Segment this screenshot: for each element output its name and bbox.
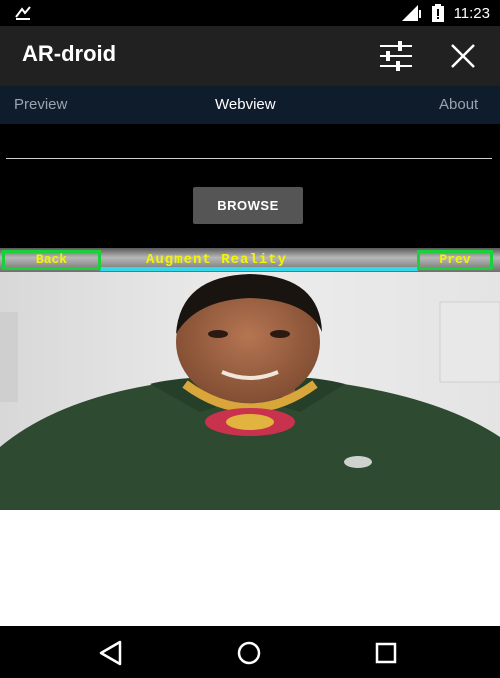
- navigation-bar: [0, 626, 500, 678]
- close-button[interactable]: [446, 40, 480, 72]
- back-triangle-icon[interactable]: [96, 638, 126, 668]
- person-photo: [0, 272, 500, 510]
- tab-webview[interactable]: Webview: [215, 96, 276, 113]
- gesture-icon: [15, 6, 31, 20]
- home-circle-icon[interactable]: [234, 638, 264, 668]
- app-title: AR-droid: [22, 41, 117, 66]
- browse-button[interactable]: BROWSE: [193, 187, 303, 224]
- tab-bar: Preview Webview About: [0, 86, 500, 124]
- webview-blank-area: [0, 510, 500, 633]
- url-input[interactable]: [6, 134, 492, 159]
- tab-preview[interactable]: Preview: [14, 96, 67, 113]
- ar-header-bar: Back Augment Reality Prev: [0, 248, 500, 272]
- app-bar: AR-droid: [0, 26, 500, 86]
- camera-image: [0, 272, 500, 510]
- signal-icon: [401, 5, 421, 21]
- status-time: 11:23: [453, 4, 490, 22]
- ar-prev-button[interactable]: Prev: [417, 250, 493, 270]
- webview-frame: Back Augment Reality Prev: [0, 248, 500, 633]
- settings-button[interactable]: [376, 40, 416, 72]
- battery-icon: [431, 4, 444, 22]
- tab-about[interactable]: About: [439, 96, 478, 113]
- ar-title: Augment Reality: [146, 252, 288, 268]
- ar-back-button[interactable]: Back: [2, 250, 101, 270]
- status-icons: 11:23: [400, 0, 490, 26]
- status-bar: 11:23: [0, 0, 500, 26]
- close-icon: [451, 44, 475, 68]
- webview-content: BROWSE Back Augment Reality Prev: [0, 124, 500, 633]
- recents-square-icon[interactable]: [371, 638, 401, 668]
- tune-icon: [380, 41, 412, 71]
